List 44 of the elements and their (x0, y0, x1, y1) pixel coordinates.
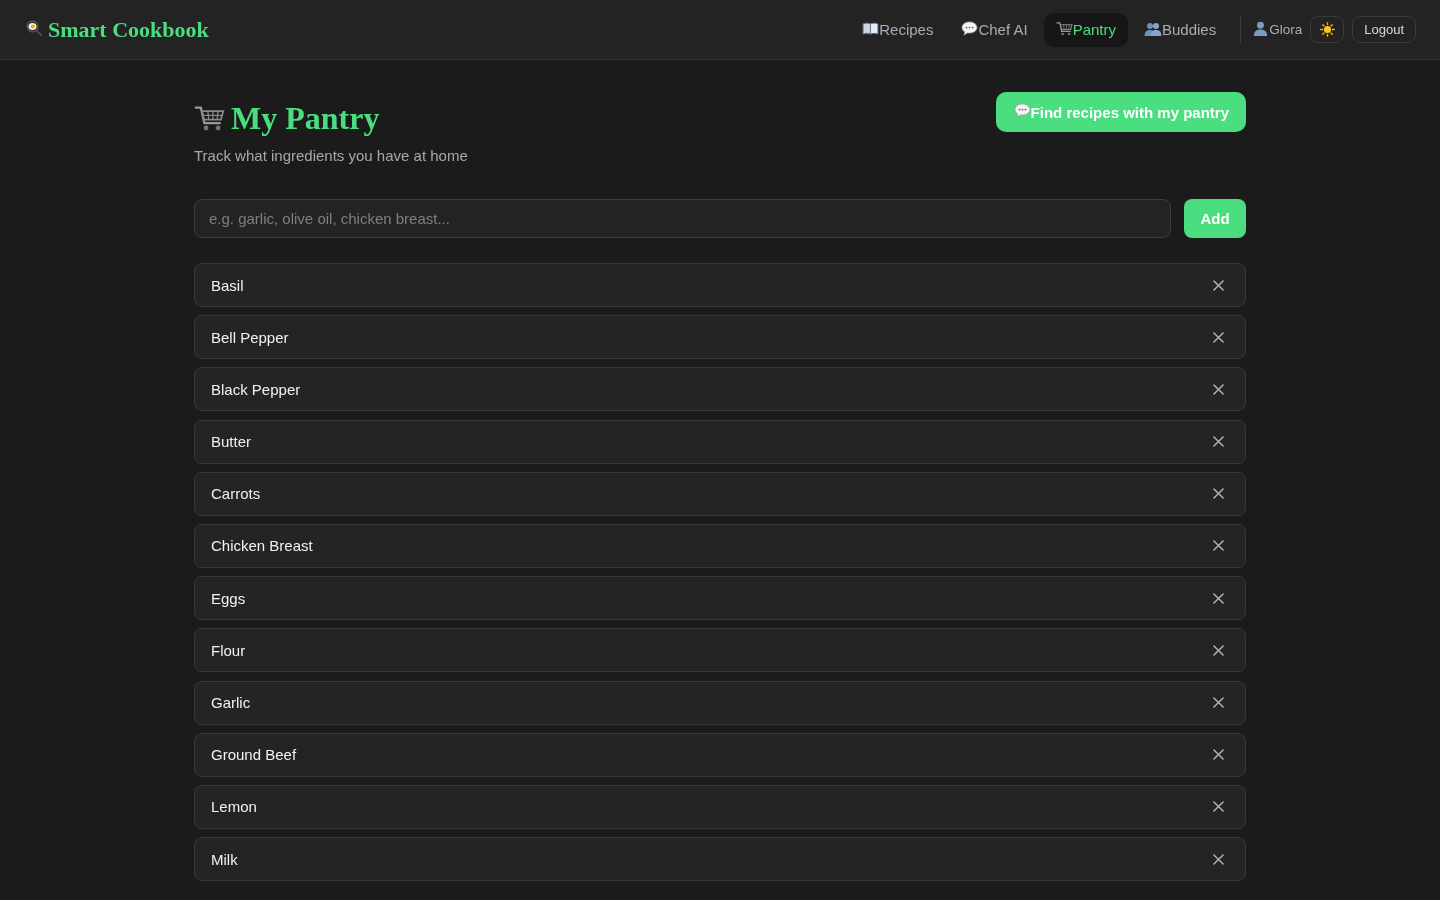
people-icon (1144, 21, 1162, 36)
ingredient-name: Black Pepper (211, 380, 301, 398)
ingredient-name: Butter (211, 433, 252, 451)
close-icon (1213, 644, 1224, 656)
ingredient-name: Flour (211, 641, 246, 659)
ingredient-name: Basil (211, 276, 244, 294)
speech-bubble-icon (1013, 102, 1031, 118)
close-icon (1213, 540, 1224, 552)
ingredient-name: Milk (211, 850, 238, 868)
speech-bubble-icon (961, 21, 979, 36)
cart-icon (194, 104, 225, 132)
nav-tab[interactable]: Pantry (1043, 12, 1128, 47)
ingredient-name: Carrots (211, 485, 261, 503)
logout-button[interactable]: Logout (1352, 16, 1416, 43)
ingredient-name: Bell Pepper (211, 328, 289, 346)
nav-tab[interactable]: Recipes (850, 12, 946, 47)
close-icon (1213, 488, 1224, 500)
frying-pan-icon (26, 19, 42, 36)
nav-tab[interactable]: Chef AI (949, 12, 1040, 47)
ingredient-name: Eggs (211, 589, 246, 607)
book-icon (862, 22, 880, 35)
close-icon (1213, 279, 1224, 291)
ingredient-name: Lemon (211, 798, 257, 816)
close-icon (1213, 749, 1224, 761)
close-icon (1213, 436, 1224, 448)
close-icon (1213, 697, 1224, 708)
ingredient-name: Ground Beef (211, 746, 297, 764)
nav-tab[interactable]: Buddies (1132, 12, 1229, 47)
cart-icon (1055, 21, 1073, 36)
app-logo-text: Smart Cookbook (48, 16, 209, 43)
page-title: My Pantry (231, 99, 380, 138)
close-icon (1213, 853, 1224, 865)
theme-toggle-button[interactable] (1310, 16, 1345, 43)
close-icon (1213, 383, 1224, 395)
page-subtitle: Track what ingredients you have at home (194, 146, 468, 166)
ingredient-input[interactable]: e.g. garlic, olive oil, chicken breast... (194, 199, 1171, 238)
close-icon (1213, 801, 1224, 813)
close-icon (1213, 592, 1224, 604)
ingredient-name: Garlic (211, 694, 251, 711)
close-icon (1213, 331, 1224, 343)
person-icon (1253, 20, 1269, 36)
user-name: Glora (1269, 22, 1303, 37)
ingredient-name: Chicken Breast (211, 537, 313, 555)
sun-icon (1319, 22, 1335, 37)
